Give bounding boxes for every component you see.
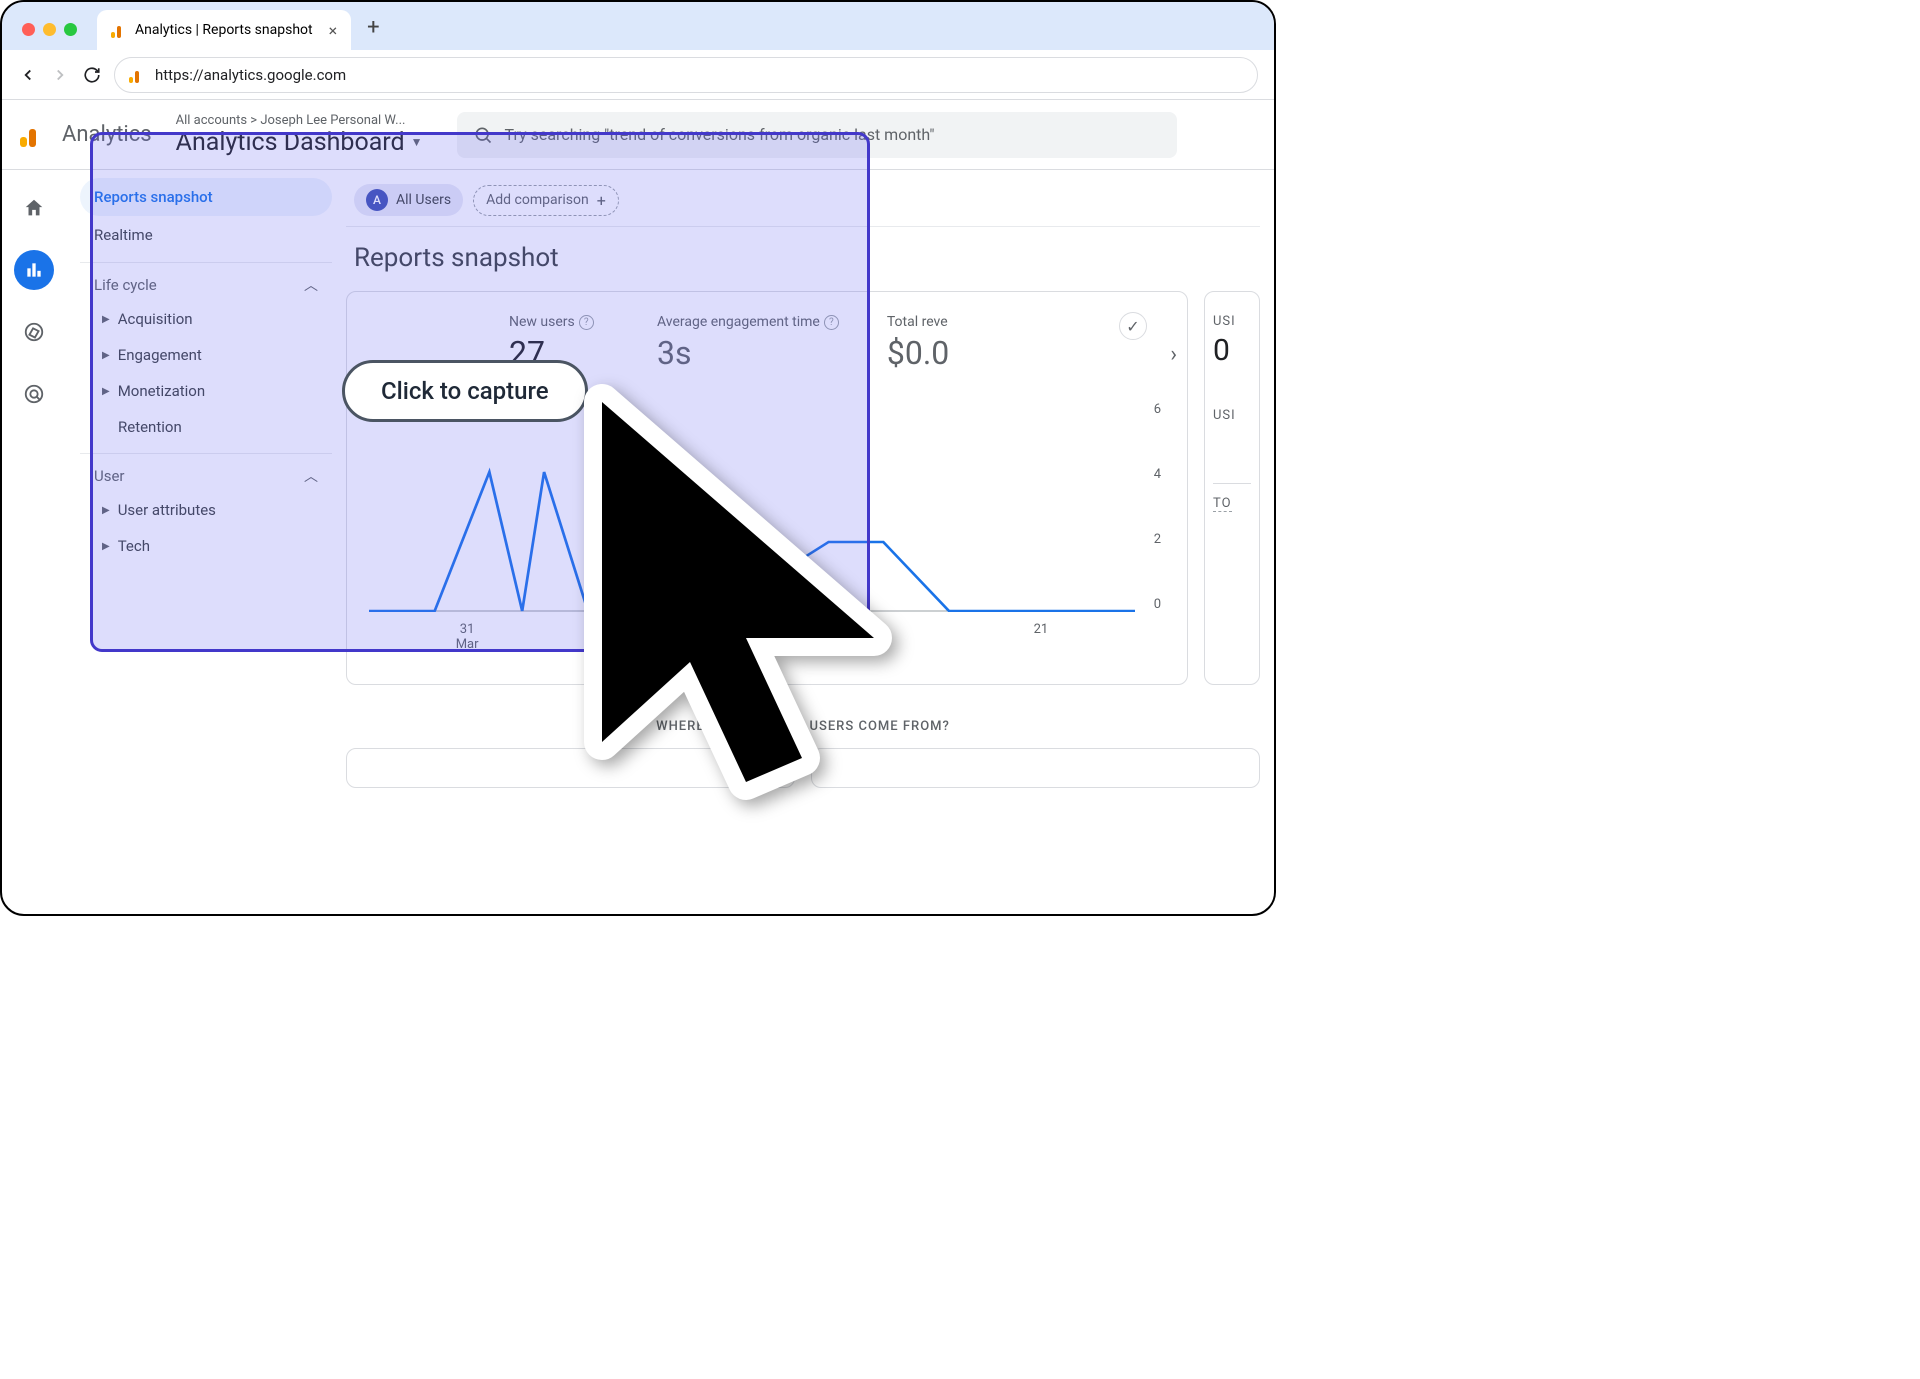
page-title: Reports snapshot <box>346 227 1260 291</box>
bottom-card-right <box>811 748 1260 788</box>
triangle-right-icon: ▶ <box>102 505 110 516</box>
segment-all-users[interactable]: A All Users <box>354 184 463 216</box>
nav-tech[interactable]: ▶Tech <box>80 528 332 564</box>
tab-title: Analytics | Reports snapshot <box>135 22 313 38</box>
search-icon <box>473 125 493 145</box>
forward-button[interactable] <box>50 65 70 85</box>
nav-retention[interactable]: Retention <box>80 409 332 445</box>
window-controls <box>22 23 77 36</box>
new-tab-button[interactable]: + <box>367 15 379 40</box>
section-title: WHERE DO YOUR NEW USERS COME FROM? <box>346 719 1260 734</box>
metric-avg-engagement[interactable]: Average engagement time? 3s <box>657 314 839 372</box>
triangle-right-icon: ▶ <box>102 350 110 361</box>
home-icon[interactable] <box>14 188 54 228</box>
bottom-card-left <box>346 748 795 788</box>
triangle-right-icon: ▶ <box>102 386 110 397</box>
breadcrumb: All accounts > Joseph Lee Personal W... <box>176 113 423 128</box>
triangle-right-icon: ▶ <box>102 541 110 552</box>
nav-user-attributes[interactable]: ▶User attributes <box>80 492 332 528</box>
side-card: USI 0 USI TO <box>1204 291 1260 685</box>
triangle-right-icon: ▶ <box>102 314 110 325</box>
check-icon[interactable]: ✓ <box>1119 312 1147 340</box>
metrics-card: ✓ › New users? 27 Average engagement tim… <box>346 291 1188 685</box>
chevron-right-icon[interactable]: › <box>1170 342 1177 367</box>
favicon-analytics-icon <box>111 22 127 38</box>
reload-button[interactable] <box>82 65 102 85</box>
ga-header: Analytics All accounts > Joseph Lee Pers… <box>2 100 1274 170</box>
browser-tab[interactable]: Analytics | Reports snapshot × <box>97 10 351 50</box>
browser-toolbar: https://analytics.google.com <box>2 50 1274 100</box>
reports-icon[interactable] <box>14 250 54 290</box>
bottom-cards <box>346 748 1260 788</box>
favicon-analytics-icon <box>129 67 145 83</box>
maximize-window-icon[interactable] <box>64 23 77 36</box>
nav-realtime[interactable]: Realtime <box>80 216 332 254</box>
close-window-icon[interactable] <box>22 23 35 36</box>
analytics-logo-icon <box>20 121 48 149</box>
search-placeholder: Try searching "trend of conversions from… <box>505 125 935 144</box>
account-selector[interactable]: All accounts > Joseph Lee Personal W... … <box>176 113 423 157</box>
main-layout: Reports snapshot Realtime Life cycle ︿ ▶… <box>2 170 1274 914</box>
explore-icon[interactable] <box>14 312 54 352</box>
nav-acquisition[interactable]: ▶Acquisition <box>80 301 332 337</box>
left-rail <box>2 170 66 914</box>
advertising-icon[interactable] <box>14 374 54 414</box>
info-icon[interactable]: ? <box>824 315 839 330</box>
nav-section-lifecycle[interactable]: Life cycle ︿ <box>80 262 332 301</box>
content-area: A All Users Add comparison + Reports sna… <box>346 170 1274 914</box>
search-input[interactable]: Try searching "trend of conversions from… <box>457 112 1177 158</box>
close-tab-icon[interactable]: × <box>329 21 338 40</box>
info-icon[interactable]: ? <box>579 315 594 330</box>
url-text: https://analytics.google.com <box>155 66 346 84</box>
add-comparison-button[interactable]: Add comparison + <box>473 185 619 216</box>
chevron-up-icon: ︿ <box>304 466 318 486</box>
segment-label: All Users <box>396 192 451 208</box>
x-axis-labels: 31Mar 07Apr 14 21 <box>369 622 1135 652</box>
nav-monetization[interactable]: ▶Monetization <box>80 373 332 409</box>
back-button[interactable] <box>18 65 38 85</box>
click-to-capture-button[interactable]: Click to capture <box>342 360 588 422</box>
nav-section-user[interactable]: User ︿ <box>80 453 332 492</box>
segment-pills: A All Users Add comparison + <box>346 184 1260 227</box>
chevron-up-icon: ︿ <box>304 275 318 295</box>
segment-badge: A <box>366 189 388 211</box>
chart-line <box>369 402 1135 612</box>
metric-total-revenue[interactable]: Total reve $0.0 <box>887 314 987 372</box>
chevron-down-icon: ▼ <box>411 135 423 149</box>
plus-icon: + <box>597 191 606 210</box>
browser-tab-strip: Analytics | Reports snapshot × + <box>2 2 1274 50</box>
side-navigation: Reports snapshot Realtime Life cycle ︿ ▶… <box>66 170 346 914</box>
nav-engagement[interactable]: ▶Engagement <box>80 337 332 373</box>
address-bar[interactable]: https://analytics.google.com <box>114 57 1258 93</box>
users-chart: 6 4 2 0 31Mar 07Apr 14 <box>369 402 1165 662</box>
product-name: Analytics <box>62 122 152 147</box>
y-axis-labels: 6 4 2 0 <box>1154 402 1161 612</box>
nav-reports-snapshot[interactable]: Reports snapshot <box>80 178 332 216</box>
dashboard-title: Analytics Dashboard <box>176 128 405 157</box>
minimize-window-icon[interactable] <box>43 23 56 36</box>
